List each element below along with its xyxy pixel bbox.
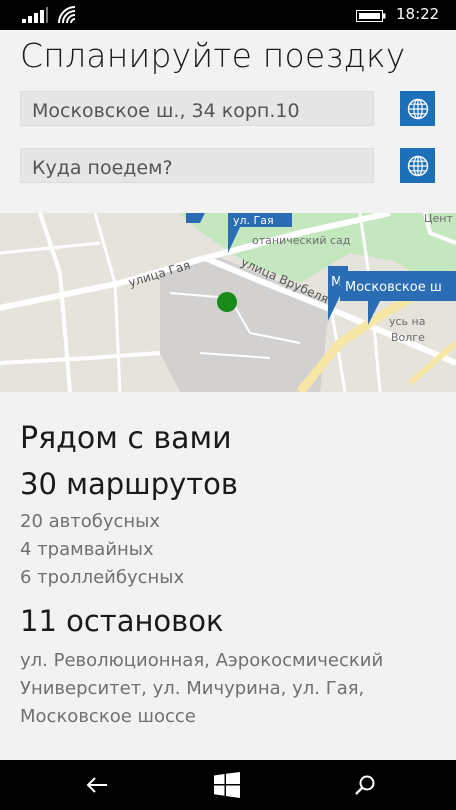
svg-text:Московское ш: Московское ш: [345, 280, 442, 295]
nearby-title: Рядом с вами: [20, 421, 232, 456]
back-arrow-icon: [86, 777, 107, 793]
district-label-2: Волге: [391, 331, 425, 344]
globe-icon: [407, 98, 428, 119]
current-location-marker: [217, 292, 237, 312]
stops-list: ул. Революционная, Аэрокосмический Униве…: [20, 650, 384, 727]
map-canvas: улица Гая улица Врубеля отанический сад …: [0, 213, 456, 392]
bus-routes: 20 автобусных: [20, 511, 161, 532]
globe-icon: [407, 155, 428, 176]
start-button[interactable]: [212, 770, 242, 800]
battery-icon: [356, 10, 386, 22]
center-label: Цент: [424, 213, 453, 225]
destination-input[interactable]: Куда поедем?: [20, 148, 374, 183]
district-label-1: усь на: [389, 315, 425, 328]
trolleybus-routes: 6 троллейбусных: [20, 567, 185, 588]
from-location-input[interactable]: Московское ш., 34 корп.10: [20, 91, 374, 126]
navigation-bar: [0, 760, 456, 810]
search-button[interactable]: [350, 770, 380, 800]
routes-count[interactable]: 30 маршрутов: [20, 467, 238, 501]
back-button[interactable]: [82, 770, 112, 800]
map-view[interactable]: улица Гая улица Врубеля отанический сад …: [0, 213, 456, 392]
svg-text:ул. Гая: ул. Гая: [233, 214, 274, 227]
from-map-button[interactable]: [400, 91, 435, 126]
signal-strength-icon: [22, 7, 48, 23]
botanical-garden-label: отанический сад: [252, 234, 351, 247]
destination-map-button[interactable]: [400, 148, 435, 183]
status-bar: 18:22: [0, 0, 456, 30]
page-title: Спланируйте поездку: [20, 36, 406, 75]
stops-count[interactable]: 11 остановок: [20, 604, 224, 638]
wifi-icon: [58, 6, 76, 24]
search-icon: [355, 775, 375, 795]
windows-logo-icon: [214, 772, 240, 798]
clock: 18:22: [396, 5, 440, 23]
tram-routes: 4 трамвайных: [20, 539, 154, 560]
